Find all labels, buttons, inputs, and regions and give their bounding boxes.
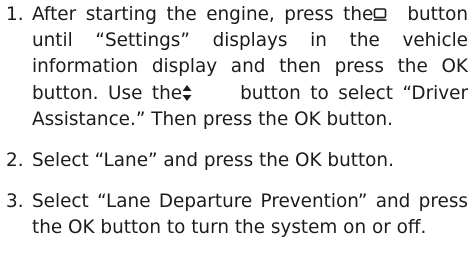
up-down-arrow-icon	[182, 81, 240, 107]
instruction-steps: 1. After starting the engine, press the b…	[6, 2, 468, 242]
step-number: 1.	[6, 4, 24, 25]
step-number: 3.	[6, 191, 24, 213]
step-2: 2. Select “Lane” and press the OK button…	[6, 148, 468, 174]
step-text: Select “Lane Departure Prevention” and p…	[32, 191, 468, 239]
display-button-icon	[373, 2, 407, 28]
step-text-part-1: After starting the engine, press the	[32, 4, 374, 25]
step-1: 1. After starting the engine, press the b…	[6, 2, 468, 133]
step-3: 3. Select “Lane Departure Prevention” an…	[6, 189, 468, 241]
step-number: 2.	[6, 150, 24, 172]
step-text: Select “Lane” and press the OK button.	[32, 150, 394, 172]
